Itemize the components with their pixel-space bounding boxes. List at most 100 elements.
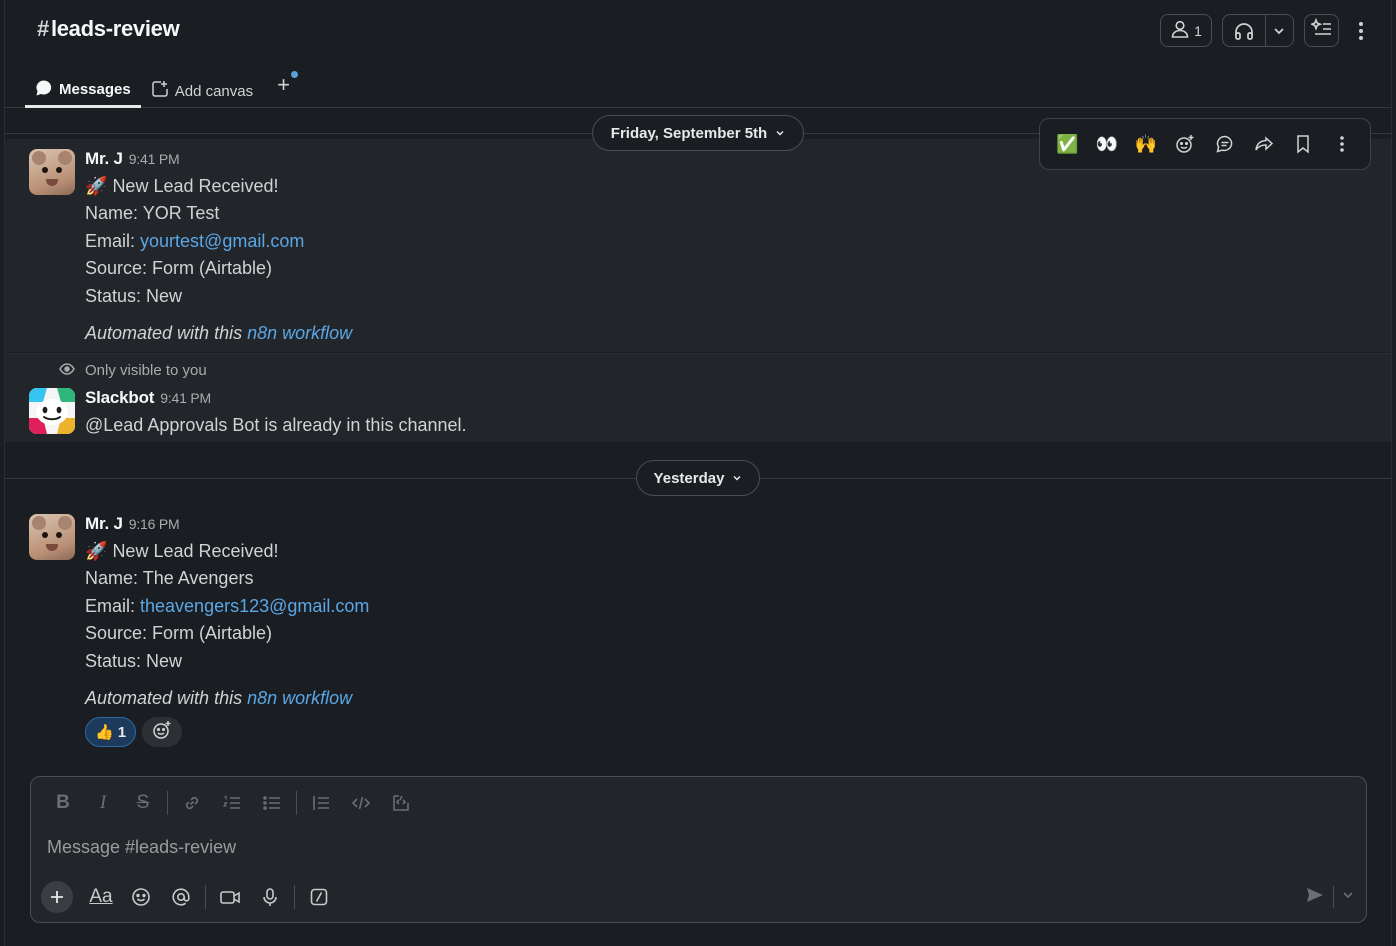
add-reaction-icon — [152, 720, 172, 745]
bookmark-icon[interactable] — [1288, 129, 1318, 159]
lead-source: Source: Form (Airtable) — [85, 623, 273, 643]
bold-icon[interactable]: B — [43, 787, 83, 819]
avatar[interactable] — [29, 149, 75, 195]
person-icon — [1170, 19, 1190, 42]
email-link[interactable]: theavengers123@gmail.com — [140, 596, 369, 616]
lead-status: Status: New — [85, 286, 183, 306]
more-icon[interactable] — [1349, 14, 1373, 47]
lead-source: Source: Form (Airtable) — [85, 258, 273, 278]
channel-header: #leads-review 1 Messages Add canvas + — [5, 0, 1391, 108]
message-input[interactable]: Message #leads-review — [47, 837, 236, 858]
raised-hands-reaction-icon[interactable]: 🙌 — [1131, 129, 1161, 159]
message-composer: B I S Message #leads-review Aa — [30, 776, 1367, 923]
toolbar-divider — [205, 885, 206, 909]
composer-actions: Aa — [41, 881, 339, 913]
lead-name: Name: The Avengers — [85, 568, 254, 588]
toolbar-divider — [294, 885, 295, 909]
link-icon[interactable] — [172, 787, 212, 819]
thumbs-up-icon: 👍 — [95, 724, 114, 741]
tab-messages[interactable]: Messages — [25, 66, 141, 108]
avatar[interactable] — [29, 514, 75, 560]
add-tab-button[interactable]: + — [263, 66, 304, 98]
chevron-down-icon[interactable] — [1342, 888, 1354, 906]
message-title: 🚀 New Lead Received! — [85, 541, 279, 561]
more-icon[interactable] — [1327, 129, 1357, 159]
huddle-button[interactable] — [1222, 14, 1294, 47]
channel-name: leads-review — [50, 16, 180, 41]
channel-view: #leads-review 1 Messages Add canvas + Mr… — [4, 0, 1392, 946]
notification-dot — [290, 71, 298, 78]
automated-note: Automated with this n8n workflow — [85, 688, 353, 708]
blockquote-icon[interactable] — [301, 787, 341, 819]
tab-label: Messages — [59, 81, 131, 98]
microphone-icon[interactable] — [250, 881, 290, 913]
rocket-icon: 🚀 — [85, 541, 108, 561]
send-divider — [1333, 886, 1334, 908]
chevron-down-icon — [775, 125, 785, 142]
text-format-icon[interactable]: Aa — [81, 881, 121, 913]
message-title: 🚀 New Lead Received! — [85, 176, 279, 196]
code-block-icon[interactable] — [381, 787, 421, 819]
channel-title[interactable]: #leads-review — [37, 16, 180, 42]
reactions-bar: 👍 1 — [85, 717, 183, 747]
lead-email: Email: theavengers123@gmail.com — [85, 596, 370, 616]
date-jump-button[interactable]: Yesterday — [636, 460, 760, 496]
message-author[interactable]: Mr. J 9:16 PM — [85, 514, 180, 534]
emoji-icon[interactable] — [121, 881, 161, 913]
message-item[interactable]: Mr. J 9:41 PM 🚀 New Lead Received! Name: … — [5, 139, 1391, 352]
slackbot-avatar[interactable] — [29, 388, 75, 434]
ephemeral-message[interactable]: Only visible to you Slackbot 9:41 PM @Lea… — [5, 353, 1391, 442]
plus-icon: + — [277, 72, 290, 97]
add-reaction-button[interactable] — [142, 717, 183, 747]
message-actions-toolbar: ✅ 👀 🙌 — [1039, 118, 1371, 170]
eyes-reaction-icon[interactable]: 👀 — [1092, 129, 1122, 159]
attach-plus-icon[interactable] — [41, 881, 73, 913]
date-jump-button[interactable]: Friday, September 5th — [592, 115, 804, 151]
toolbar-divider — [167, 791, 168, 815]
message-author[interactable]: Mr. J 9:41 PM — [85, 149, 180, 169]
eye-icon — [59, 362, 75, 379]
check-mark-reaction-icon[interactable]: ✅ — [1053, 129, 1083, 159]
visibility-note: Only visible to you — [59, 362, 207, 379]
members-button[interactable]: 1 — [1160, 14, 1212, 47]
reaction-count: 1 — [117, 723, 127, 741]
forward-icon[interactable] — [1249, 129, 1279, 159]
ai-summary-button[interactable] — [1304, 14, 1339, 47]
chevron-down-icon[interactable] — [1266, 15, 1293, 46]
ordered-list-icon[interactable] — [212, 787, 252, 819]
email-link[interactable]: yourtest@gmail.com — [140, 231, 304, 251]
video-clip-icon[interactable] — [210, 881, 250, 913]
italic-icon[interactable]: I — [83, 787, 123, 819]
lead-name: Name: YOR Test — [85, 203, 220, 223]
send-icon[interactable] — [1305, 885, 1325, 910]
message-item[interactable]: Mr. J 9:16 PM 🚀 New Lead Received! Name: … — [5, 504, 1391, 754]
message-timestamp[interactable]: 9:16 PM — [129, 516, 180, 532]
bulleted-list-icon[interactable] — [252, 787, 292, 819]
rocket-icon: 🚀 — [85, 176, 108, 196]
tab-label: Add canvas — [174, 82, 254, 100]
message-timestamp[interactable]: 9:41 PM — [160, 390, 211, 406]
automated-note: Automated with this n8n workflow — [85, 323, 353, 343]
member-count: 1 — [1194, 22, 1202, 39]
lead-status: Status: New — [85, 651, 183, 671]
slash-command-icon[interactable] — [299, 881, 339, 913]
lead-email: Email: yourtest@gmail.com — [85, 231, 305, 251]
add-reaction-icon[interactable] — [1170, 129, 1200, 159]
reply-thread-icon[interactable] — [1210, 129, 1240, 159]
sparkle-list-icon — [1309, 17, 1333, 43]
reaction-thumbs-up[interactable]: 👍 1 — [85, 717, 137, 747]
chevron-down-icon — [732, 470, 742, 487]
code-icon[interactable] — [341, 787, 381, 819]
message-author[interactable]: Slackbot 9:41 PM — [85, 388, 211, 408]
workflow-link[interactable]: n8n workflow — [247, 688, 352, 708]
header-actions: 1 — [1160, 14, 1373, 47]
mention-icon[interactable] — [161, 881, 201, 913]
message-text: @Lead Approvals Bot is already in this c… — [85, 415, 467, 435]
formatting-toolbar: B I S — [43, 787, 421, 819]
workflow-link[interactable]: n8n workflow — [247, 323, 352, 343]
headphones-icon[interactable] — [1223, 15, 1266, 46]
message-bubble-icon — [35, 79, 53, 101]
strikethrough-icon[interactable]: S — [123, 787, 163, 819]
tab-add-canvas[interactable]: Add canvas — [141, 66, 263, 108]
message-timestamp[interactable]: 9:41 PM — [129, 151, 180, 167]
